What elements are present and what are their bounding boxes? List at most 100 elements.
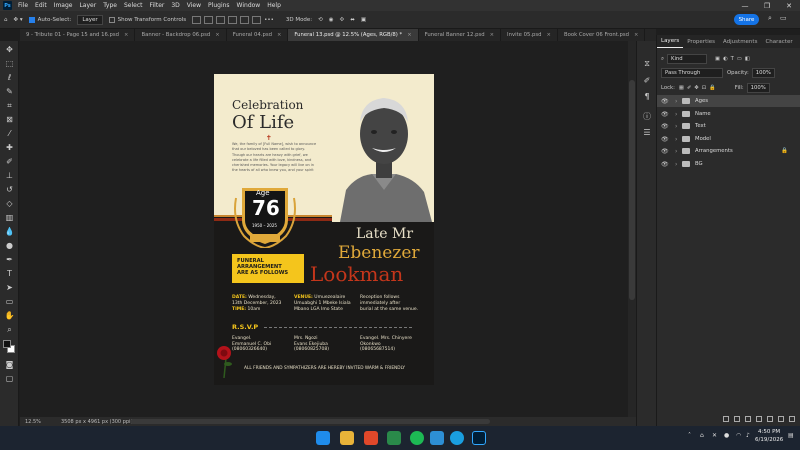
pen-tool-icon[interactable]: ✒ bbox=[4, 254, 15, 265]
frame-tool-icon[interactable]: ⊠ bbox=[4, 114, 15, 125]
mic-icon[interactable]: ✕ bbox=[712, 432, 717, 439]
layer-style-icon[interactable] bbox=[734, 415, 740, 422]
align-top-icon[interactable] bbox=[228, 15, 238, 24]
brush-settings-icon[interactable]: ✐ bbox=[642, 75, 652, 85]
menu-image[interactable]: Image bbox=[54, 2, 73, 9]
close-icon[interactable]: × bbox=[547, 32, 551, 38]
app-icon[interactable] bbox=[430, 431, 444, 445]
3d-roll-icon[interactable]: ◉ bbox=[329, 17, 334, 23]
eye-icon[interactable]: 👁 bbox=[661, 123, 671, 130]
menu-edit[interactable]: Edit bbox=[35, 2, 47, 9]
foreground-color-swatch[interactable] bbox=[3, 340, 11, 348]
menu-filter[interactable]: Filter bbox=[150, 2, 165, 9]
3d-pan-icon[interactable]: ✣ bbox=[340, 17, 345, 23]
search-icon[interactable]: ⌕ bbox=[768, 14, 772, 23]
brave-browser-icon[interactable] bbox=[364, 431, 378, 445]
paragraph-icon[interactable]: ¶ bbox=[642, 91, 652, 101]
path-select-icon[interactable]: ➤ bbox=[4, 282, 15, 293]
add-mask-icon[interactable] bbox=[745, 415, 751, 422]
opacity-input[interactable]: 100% bbox=[751, 68, 775, 78]
quick-mask-icon[interactable]: ◙ bbox=[4, 359, 15, 370]
type-tool-icon[interactable]: T bbox=[4, 268, 15, 279]
chevron-right-icon[interactable]: › bbox=[675, 111, 682, 118]
edge-browser-icon[interactable] bbox=[450, 431, 464, 445]
tab-adjustments[interactable]: Adjustments bbox=[719, 35, 761, 48]
chevron-right-icon[interactable]: › bbox=[675, 123, 682, 130]
taskbar-clock[interactable]: 4:50 PM 6/19/2026 bbox=[755, 428, 783, 444]
close-icon[interactable]: × bbox=[634, 32, 638, 38]
close-icon[interactable]: × bbox=[124, 32, 128, 38]
crop-tool-icon[interactable]: ⌗ bbox=[4, 100, 15, 111]
horizontal-scroll-thumb[interactable] bbox=[130, 419, 490, 424]
menu-3d[interactable]: 3D bbox=[171, 2, 179, 9]
close-icon[interactable]: × bbox=[490, 32, 494, 38]
chevron-right-icon[interactable]: › bbox=[675, 136, 682, 143]
close-icon[interactable]: × bbox=[407, 32, 411, 38]
3d-orbit-icon[interactable]: ⟲ bbox=[318, 17, 323, 23]
quick-select-tool-icon[interactable]: ✎ bbox=[4, 86, 15, 97]
close-button[interactable]: ✕ bbox=[778, 0, 800, 11]
trash-icon[interactable] bbox=[789, 415, 795, 422]
filter-icons[interactable]: ▣◐T▭◧ bbox=[715, 56, 753, 62]
volume-icon[interactable]: ♪ bbox=[746, 432, 750, 439]
chevron-right-icon[interactable]: › bbox=[675, 148, 682, 155]
3d-slide-icon[interactable]: ⬌ bbox=[350, 17, 355, 23]
clone-stamp-icon[interactable]: ⊥ bbox=[4, 170, 15, 181]
new-group-icon[interactable] bbox=[767, 415, 773, 422]
layer-row-ages[interactable]: 👁 › Ages bbox=[657, 95, 800, 107]
tab-book-cover[interactable]: Book Cover 06 Front.psd × bbox=[558, 29, 646, 41]
3d-scale-icon[interactable]: ▣ bbox=[361, 17, 366, 23]
dodge-tool-icon[interactable]: ● bbox=[4, 240, 15, 251]
notification-icon[interactable]: ▤ bbox=[788, 432, 794, 439]
layer-row-text[interactable]: 👁 › Text bbox=[657, 120, 800, 132]
tab-funeral-13-active[interactable]: Funeral 13.psd @ 12.5% (Ages, RGB/8) * × bbox=[288, 29, 419, 41]
lock-icons[interactable]: ▦✐✥⊡🔒 bbox=[679, 85, 719, 91]
layer-row-name[interactable]: 👁 › Name bbox=[657, 108, 800, 120]
tab-properties[interactable]: Properties bbox=[683, 35, 719, 48]
menu-select[interactable]: Select bbox=[124, 2, 143, 9]
fill-input[interactable]: 100% bbox=[746, 83, 770, 93]
transform-controls-checkbox[interactable]: Show Transform Controls bbox=[108, 16, 186, 23]
blur-tool-icon[interactable]: 💧 bbox=[4, 226, 15, 237]
eye-icon[interactable]: 👁 bbox=[661, 148, 671, 155]
properties-icon[interactable]: ☰ bbox=[642, 127, 652, 137]
tab-character[interactable]: Character bbox=[761, 35, 796, 48]
blend-mode-dropdown[interactable]: Pass Through bbox=[661, 68, 723, 78]
spotify-icon[interactable] bbox=[410, 431, 424, 445]
close-icon[interactable]: × bbox=[215, 32, 219, 38]
history-icon[interactable]: ⧖ bbox=[642, 59, 652, 69]
chevron-right-icon[interactable]: › bbox=[675, 161, 682, 168]
menu-window[interactable]: Window bbox=[237, 2, 261, 9]
healing-brush-icon[interactable]: ✚ bbox=[4, 142, 15, 153]
tab-funeral-04[interactable]: Funeral 04.psd × bbox=[227, 29, 289, 41]
move-tool-icon[interactable]: ✥ bbox=[4, 44, 15, 55]
share-button[interactable]: Share bbox=[734, 14, 759, 25]
more-options-icon[interactable]: ••• bbox=[264, 17, 274, 23]
align-right-icon[interactable] bbox=[216, 15, 226, 24]
menu-layer[interactable]: Layer bbox=[79, 2, 96, 9]
lasso-tool-icon[interactable]: ℓ bbox=[4, 72, 15, 83]
eyedropper-tool-icon[interactable]: ⁄ bbox=[4, 128, 15, 139]
auto-select-checkbox[interactable]: Auto-Select: bbox=[28, 16, 71, 23]
photoshop-taskbar-icon[interactable] bbox=[472, 431, 486, 445]
filter-kind-dropdown[interactable]: Kind bbox=[666, 54, 707, 64]
poster-document[interactable]: Celebration Of Life ✝ We, the family of … bbox=[214, 74, 434, 385]
align-center-icon[interactable] bbox=[204, 15, 214, 24]
layer-row-arrangements[interactable]: 👁 › Arrangements 🔒 bbox=[657, 145, 800, 157]
move-tool-icon[interactable]: ✥ ▾ bbox=[14, 17, 23, 23]
chevron-up-icon[interactable]: ˄ bbox=[688, 432, 691, 439]
eye-icon[interactable]: 👁 bbox=[661, 161, 671, 168]
eye-icon[interactable]: 👁 bbox=[661, 98, 671, 105]
layer-row-bg[interactable]: 👁 › BG bbox=[657, 158, 800, 170]
gradient-tool-icon[interactable]: ▥ bbox=[4, 212, 15, 223]
workspace-icon[interactable]: ▭ bbox=[780, 14, 787, 22]
network-icon[interactable]: ⌂ bbox=[700, 432, 704, 439]
rectangle-tool-icon[interactable]: ▭ bbox=[4, 296, 15, 307]
windows-start-icon[interactable] bbox=[316, 431, 330, 445]
auto-select-dropdown[interactable]: Layer bbox=[77, 14, 103, 25]
menu-file[interactable]: File bbox=[18, 2, 28, 9]
file-explorer-icon[interactable] bbox=[340, 431, 354, 445]
chevron-right-icon[interactable]: › bbox=[675, 98, 682, 105]
zoom-level[interactable]: 12.5% bbox=[25, 419, 55, 425]
minimize-button[interactable]: — bbox=[734, 0, 756, 11]
